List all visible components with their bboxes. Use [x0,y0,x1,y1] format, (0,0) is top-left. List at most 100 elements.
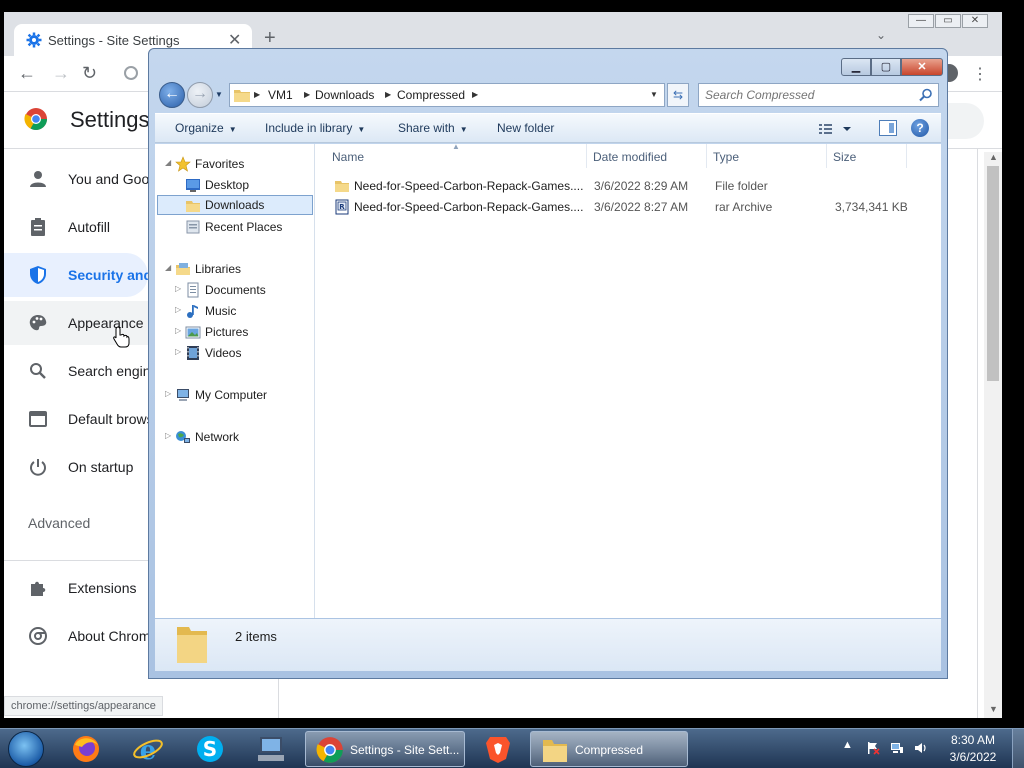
share-with-label: Share with [398,121,455,135]
sidebar-item-on-startup[interactable]: On startup [4,445,148,489]
nav-item-label: Music [205,304,237,318]
include-in-library-menu[interactable]: Include in library ▼ [265,121,365,135]
scroll-up-arrow[interactable]: ▲ [989,152,998,162]
back-button[interactable]: ← [18,63,36,84]
close-button[interactable]: ✕ [962,14,988,28]
collapsed-arrow-icon[interactable]: ▷ [175,284,181,293]
chrome-logo-icon [24,108,47,130]
taskbar-item-explorer[interactable]: Compressed [530,731,688,767]
show-desktop-button[interactable] [1012,729,1024,768]
list-item[interactable]: R Need-for-Speed-Carbon-Repack-Games....… [330,197,930,217]
collapsed-arrow-icon[interactable]: ▷ [165,431,171,440]
internet-explorer-icon[interactable]: e [132,733,164,765]
scroll-down-arrow[interactable]: ▼ [989,704,998,714]
column-separator[interactable] [826,144,827,168]
forward-button[interactable]: → [187,82,213,108]
collapsed-arrow-icon[interactable]: ▷ [175,347,181,356]
breadcrumb-arrow-icon[interactable]: ▶ [385,90,391,99]
search-input[interactable] [705,87,905,103]
address-bar[interactable]: ▶ VM1 ▶ Downloads ▶ Compressed ▶ ▼ [229,83,665,107]
column-header-size[interactable]: Size [833,150,856,164]
scrollbar-thumb[interactable] [987,166,999,381]
organize-menu[interactable]: Organize ▼ [175,121,237,135]
collapsed-arrow-icon[interactable]: ▷ [165,389,171,398]
show-hidden-icons-button[interactable]: ▲ [842,739,853,751]
column-header-name[interactable]: Name [332,150,364,164]
breadcrumb-arrow-icon[interactable]: ▶ [254,90,260,99]
column-separator[interactable] [586,144,587,168]
music-icon [187,305,198,318]
sidebar-item-default-browser[interactable]: Default browser [4,397,166,441]
nav-item-downloads[interactable]: Downloads [157,195,313,215]
volume-icon[interactable] [914,741,928,755]
sidebar-item-about-chrome[interactable]: About Chrome [4,614,158,658]
sidebar-item-extensions[interactable]: Extensions [4,566,148,610]
star-icon [175,156,191,172]
new-folder-button[interactable]: New folder [497,121,554,135]
view-options-icon[interactable] [819,120,855,138]
file-name: Need-for-Speed-Carbon-Repack-Games.... [354,179,584,193]
preview-pane-icon[interactable] [879,120,897,136]
tab-search-icon[interactable]: ⌄ [876,28,886,42]
sidebar-item-search-engine[interactable]: Search engine [4,349,158,393]
clock-time[interactable]: 8:30 AM [944,733,1002,747]
chrome-menu-icon[interactable]: ⋮ [972,64,988,84]
network-computer-icon[interactable] [256,733,288,765]
column-separator[interactable] [906,144,907,168]
libraries-icon [176,263,190,275]
advanced-section-toggle[interactable]: Advanced [28,515,90,531]
tab-title: Settings - Site Settings [48,33,180,48]
minimize-button[interactable]: ▁ [841,58,871,76]
sidebar-item-label: Appearance [68,315,144,331]
sidebar-item-label: Search engine [68,363,159,379]
nav-item-label: Recent Places [205,220,283,234]
breadcrumb-downloads[interactable]: Downloads [315,88,374,102]
column-header-type[interactable]: Type [713,150,739,164]
reload-button[interactable]: ↻ [82,63,97,84]
network-icon [176,431,190,443]
list-item[interactable]: Need-for-Speed-Carbon-Repack-Games.... 3… [330,176,930,196]
minimize-button[interactable]: — [908,14,934,28]
collapsed-arrow-icon[interactable]: ▷ [175,305,181,314]
maximize-button[interactable]: ▢ [871,58,901,76]
address-dropdown-icon[interactable]: ▼ [650,90,658,99]
breadcrumb-arrow-icon[interactable]: ▶ [472,90,478,99]
column-separator[interactable] [706,144,707,168]
new-tab-button[interactable]: + [264,28,276,48]
recent-pages-dropdown[interactable]: ▼ [215,90,223,99]
explorer-window-controls: ▁ ▢ ✕ [841,58,943,76]
back-button[interactable]: ← [159,82,185,108]
puzzle-icon [31,581,46,596]
nav-item-label: Videos [205,346,242,360]
sidebar-item-you-and-google[interactable]: You and Google [4,157,168,201]
action-center-flag-icon[interactable] [866,741,880,755]
sidebar-item-security[interactable]: Security and Privacy [4,253,206,297]
breadcrumb-compressed[interactable]: Compressed [397,88,465,102]
refresh-button[interactable]: ⇆ [667,83,689,107]
documents-icon [187,282,199,298]
firefox-icon[interactable] [70,733,102,765]
brave-icon[interactable] [482,733,514,765]
sidebar-item-label: About Chrome [68,628,159,644]
chrome-icon [29,627,47,645]
close-button[interactable]: ✕ [901,58,943,76]
share-with-menu[interactable]: Share with ▼ [398,121,468,135]
chrome-scrollbar[interactable]: ▲ ▼ [984,152,1002,718]
skype-icon[interactable]: S [194,733,226,765]
expanded-arrow-icon[interactable]: ◢ [165,158,171,167]
column-header-date-modified[interactable]: Date modified [593,150,667,164]
taskbar-item-chrome[interactable]: Settings - Site Sett... [305,731,465,767]
tab-close-icon[interactable]: ✕ [228,30,241,50]
sidebar-item-autofill[interactable]: Autofill [4,205,148,249]
collapsed-arrow-icon[interactable]: ▷ [175,326,181,335]
forward-button[interactable]: → [52,63,70,84]
help-button[interactable]: ? [911,119,929,137]
search-box[interactable] [698,83,939,107]
breadcrumb-vm1[interactable]: VM1 [268,88,293,102]
maximize-button[interactable]: ▭ [935,14,961,28]
expanded-arrow-icon[interactable]: ◢ [165,263,171,272]
network-tray-icon[interactable] [890,741,904,755]
start-button[interactable] [8,731,44,767]
clock-date[interactable]: 3/6/2022 [944,750,1002,764]
breadcrumb-arrow-icon[interactable]: ▶ [304,90,310,99]
